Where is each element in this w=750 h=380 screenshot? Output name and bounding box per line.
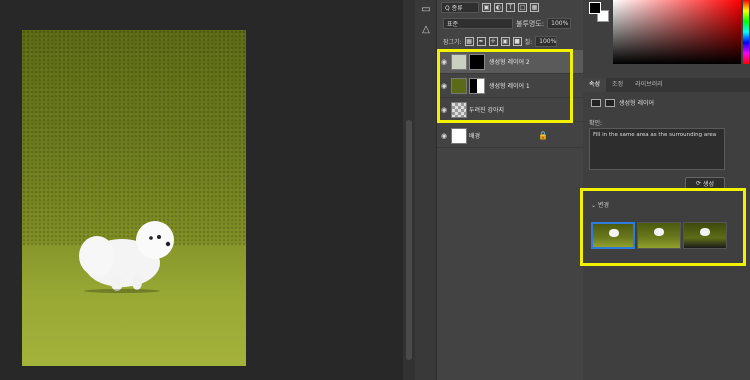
panel-icon-column: ▭ △ bbox=[415, 0, 437, 380]
layer-thumbnail bbox=[451, 127, 467, 144]
beaker-icon[interactable]: △ bbox=[420, 24, 432, 36]
prompt-label: 확인: bbox=[589, 120, 603, 127]
smart-filter-icon[interactable]: ▦ bbox=[530, 3, 539, 12]
lock-transparent-icon[interactable]: ▦ bbox=[464, 37, 474, 46]
fill-input[interactable]: 100% bbox=[535, 36, 558, 47]
prompt-input[interactable]: Fill in the same area as the surrounding… bbox=[589, 128, 725, 170]
properties-panel: 속성 조정 라이브러리 생성형 레이어 확인: Fill in the same… bbox=[580, 0, 750, 380]
mask-icon bbox=[605, 98, 615, 107]
lock-artboard-icon[interactable]: ▣ bbox=[500, 37, 510, 46]
layer-row[interactable]: ◉ 배경 🔒 bbox=[437, 124, 583, 148]
lock-paint-icon[interactable]: ✒ bbox=[476, 37, 486, 46]
tab-libraries[interactable]: 라이브러리 bbox=[629, 78, 669, 92]
properties-tabs: 속성 조정 라이브러리 bbox=[583, 78, 750, 92]
document-photo[interactable] bbox=[22, 30, 246, 366]
shape-filter-icon[interactable]: □ bbox=[518, 3, 527, 12]
opacity-input[interactable]: 100% bbox=[547, 18, 572, 29]
highlight-box bbox=[437, 49, 573, 123]
lock-label: 잠그기: bbox=[443, 39, 462, 46]
visibility-eye-icon[interactable]: ◉ bbox=[437, 132, 451, 140]
generative-layer-icon bbox=[591, 98, 601, 107]
scrollbar-thumb[interactable] bbox=[406, 120, 412, 360]
properties-header: 생성형 레이어 bbox=[591, 98, 654, 107]
fill-label: 칠: bbox=[524, 39, 533, 46]
lock-icon: 🔒 bbox=[538, 131, 549, 140]
highlight-box bbox=[580, 188, 746, 266]
color-field[interactable] bbox=[613, 0, 741, 64]
tab-adjustments[interactable]: 조정 bbox=[606, 78, 629, 92]
hue-slider[interactable] bbox=[743, 0, 749, 64]
dog-image bbox=[79, 221, 174, 293]
foreground-color-swatch[interactable] bbox=[589, 2, 601, 14]
layers-panel: Q 종류 ▣ ◐ T □ ▦ 표준 불투명도: 100% 잠그기: ▦ ✒ ✛ … bbox=[437, 0, 583, 380]
type-filter-icon[interactable]: T bbox=[506, 3, 515, 12]
generate-icon: ⟳ bbox=[695, 180, 701, 187]
comment-icon[interactable]: ▭ bbox=[420, 4, 432, 16]
tab-properties[interactable]: 속성 bbox=[583, 78, 607, 92]
color-picker bbox=[583, 0, 750, 70]
properties-title: 생성형 레이어 bbox=[619, 100, 655, 107]
opacity-label: 불투명도: bbox=[516, 19, 545, 28]
prompt-text: Fill in the same area as the surrounding… bbox=[593, 132, 717, 138]
canvas-area[interactable] bbox=[0, 0, 403, 380]
blend-mode-select[interactable]: 표준 bbox=[443, 18, 513, 29]
layer-filter-dropdown[interactable]: Q 종류 bbox=[441, 2, 479, 13]
vertical-scrollbar[interactable] bbox=[403, 0, 415, 380]
layer-name: 배경 bbox=[469, 133, 481, 140]
lock-all-icon[interactable]: ■ bbox=[512, 37, 522, 46]
adjustment-filter-icon[interactable]: ◐ bbox=[494, 3, 503, 12]
lock-position-icon[interactable]: ✛ bbox=[488, 37, 498, 46]
fg-bg-colors[interactable] bbox=[589, 2, 611, 24]
pixel-filter-icon[interactable]: ▣ bbox=[482, 3, 491, 12]
